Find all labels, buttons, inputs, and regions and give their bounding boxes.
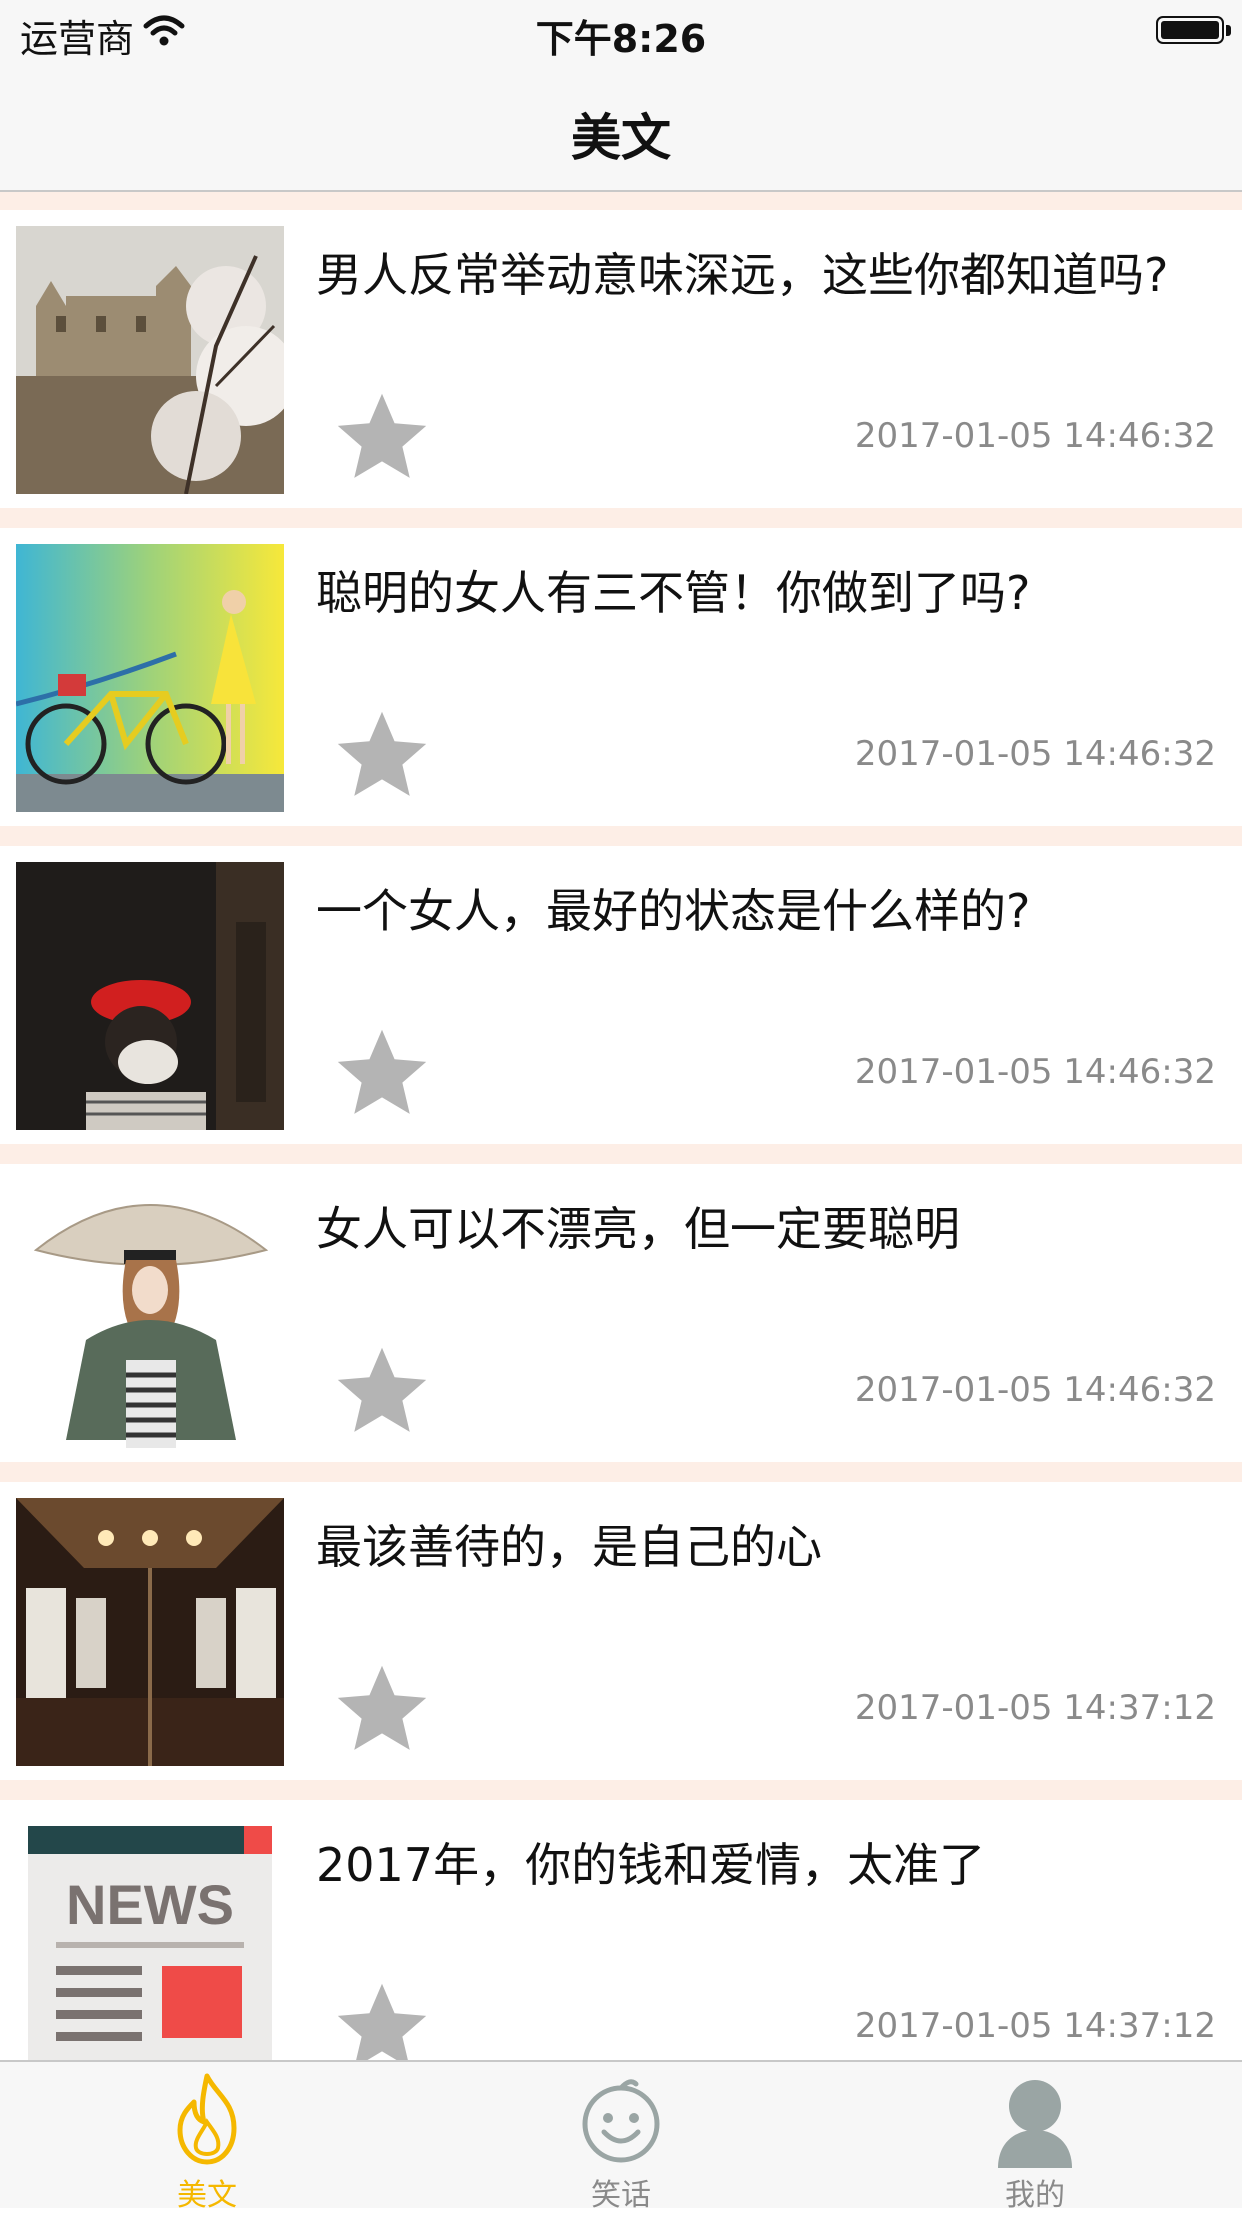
article-thumbnail [16, 1180, 284, 1448]
navigation-bar: 美文 [0, 62, 1242, 192]
star-icon[interactable] [330, 1976, 434, 2060]
article-timestamp: 2017-01-05 14:46:32 [854, 1052, 1216, 1092]
tab-xiaohua[interactable]: 笑话 [414, 2062, 828, 2213]
article-title: 最该善待的，是自己的心 [316, 1520, 822, 1574]
article-row[interactable]: NEWS 2017年，你的钱和爱情，太准了 2017-01-05 14:37:1… [0, 1800, 1242, 2060]
article-thumbnail [16, 226, 284, 494]
news-icon: NEWS [16, 1816, 284, 2060]
tab-label: 笑话 [591, 2178, 651, 2213]
tab-bar: 美文 笑话 我的 [0, 2060, 1242, 2213]
star-icon[interactable] [330, 1658, 434, 1762]
page-title: 美文 [571, 109, 671, 167]
article-row[interactable]: 最该善待的，是自己的心 2017-01-05 14:37:12 [0, 1482, 1242, 1780]
castle-blossom-photo [16, 226, 284, 494]
article-title: 聪明的女人有三不管！你做到了吗? [316, 566, 1031, 620]
tab-wode[interactable]: 我的 [828, 2062, 1242, 2213]
status-time: 下午8:26 [535, 17, 707, 61]
woman-straw-hat-illustration [16, 1180, 284, 1448]
star-icon[interactable] [330, 386, 434, 490]
article-thumbnail [16, 544, 284, 812]
article-row[interactable]: 女人可以不漂亮，但一定要聪明 2017-01-05 14:46:32 [0, 1164, 1242, 1462]
battery-tip [1226, 25, 1231, 36]
article-timestamp: 2017-01-05 14:46:32 [854, 734, 1216, 774]
flame-icon [177, 2073, 237, 2165]
tab-meiwen[interactable]: 美文 [0, 2062, 414, 2213]
article-row[interactable]: 聪明的女人有三不管！你做到了吗? 2017-01-05 14:46:32 [0, 528, 1242, 826]
article-thumbnail: NEWS [16, 1816, 284, 2060]
article-thumbnail [16, 862, 284, 1130]
article-row[interactable]: 男人反常举动意味深远，这些你都知道吗? 2017-01-05 14:46:32 [0, 210, 1242, 508]
article-timestamp: 2017-01-05 14:37:12 [854, 2006, 1216, 2046]
smiley-face-icon [582, 2079, 660, 2163]
tab-label: 美文 [177, 2178, 237, 2213]
article-title: 男人反常举动意味深远，这些你都知道吗? [316, 248, 1169, 302]
article-timestamp: 2017-01-05 14:37:12 [854, 1688, 1216, 1728]
status-bar: 运营商 下午8:26 [0, 0, 1242, 62]
article-timestamp: 2017-01-05 14:46:32 [854, 1370, 1216, 1410]
star-icon[interactable] [330, 1340, 434, 1444]
article-title: 女人可以不漂亮，但一定要聪明 [316, 1202, 960, 1256]
article-title: 2017年，你的钱和爱情，太准了 [316, 1838, 986, 1892]
woman-red-beret-photo [16, 862, 284, 1130]
article-row[interactable]: 一个女人，最好的状态是什么样的? 2017-01-05 14:46:32 [0, 846, 1242, 1144]
article-thumbnail [16, 1498, 284, 1766]
user-silhouette-icon [998, 2080, 1072, 2168]
tab-label: 我的 [1005, 2178, 1065, 2213]
battery-icon [1156, 16, 1224, 44]
article-list[interactable]: 男人反常举动意味深远，这些你都知道吗? 2017-01-05 14:46:32 [0, 192, 1242, 2060]
woman-bicycle-wall-photo [16, 544, 284, 812]
tram-interior-photo [16, 1498, 284, 1766]
article-timestamp: 2017-01-05 14:46:32 [854, 416, 1216, 456]
star-icon[interactable] [330, 1022, 434, 1126]
article-title: 一个女人，最好的状态是什么样的? [316, 884, 1031, 938]
star-icon[interactable] [330, 704, 434, 808]
news-icon-text: NEWS [66, 1873, 234, 1936]
